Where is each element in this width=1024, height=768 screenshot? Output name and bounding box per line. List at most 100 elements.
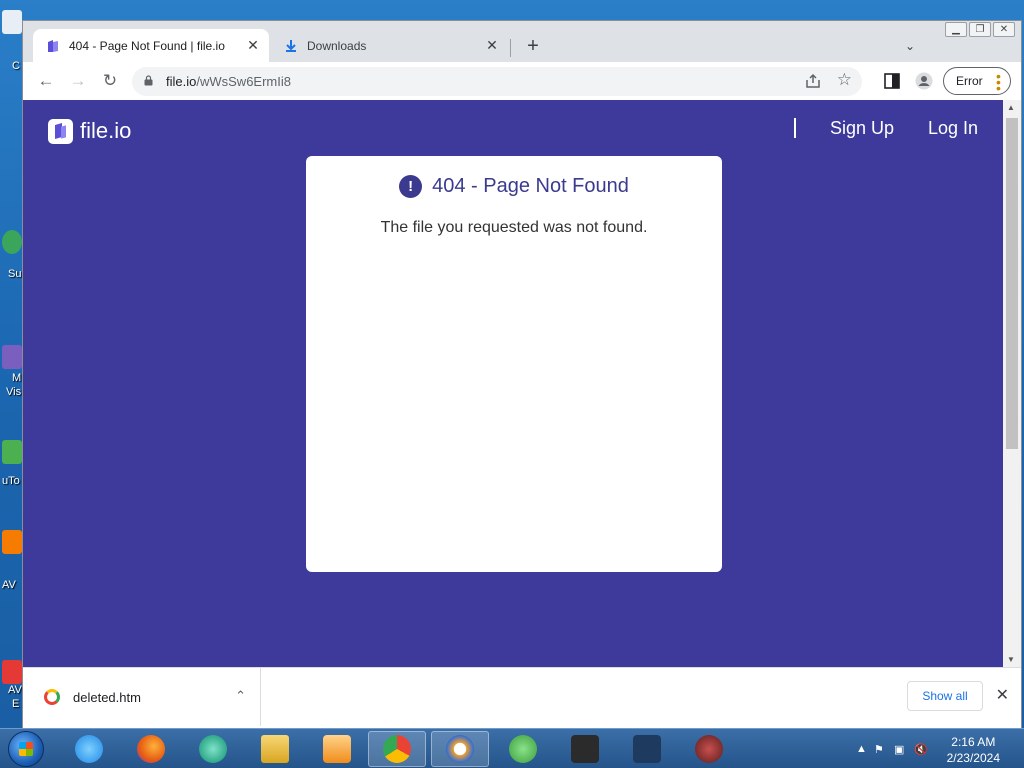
logo-text: file.io [80,118,132,143]
desktop-icon-label: AV [2,579,16,591]
alert-icon: ! [399,175,423,198]
desktop-icon[interactable]: uTo [0,440,22,487]
avg-icon [2,530,22,554]
tab-search-chevron-icon[interactable]: ⌄ [905,39,915,53]
app-icon [2,230,22,254]
desktop-icon-label: C [12,60,20,72]
chrome-icon [383,735,411,763]
app-icon [2,345,22,369]
scrollbar-thumb[interactable] [1006,118,1018,449]
folder-icon [261,735,289,763]
network-icon[interactable]: ▣ [894,743,904,756]
tab-title: Downloads [307,38,367,53]
tab-strip: 404 - Page Not Found | file.io ✕ Downloa… [23,27,1021,62]
desktop-icon-label: M [12,372,22,384]
tab-downloads[interactable]: Downloads ✕ [273,29,508,62]
side-panel-icon[interactable] [883,72,901,90]
globe-app-icon [199,735,227,763]
firefox-icon [137,735,165,763]
volume-muted-icon[interactable]: 🔇 [914,743,928,756]
download-bar: deleted.htm ⌃ Show all ✕ [23,667,1021,728]
internet-explorer-icon [75,735,103,763]
avast-icon [2,660,22,684]
error-heading: 404 - Page Not Found [432,175,629,197]
tab-title: 404 - Page Not Found | file.io [69,38,225,53]
taskbar-globe-app[interactable] [184,731,242,767]
profile-error-button[interactable]: Error • • • [943,67,1011,95]
show-hidden-icons-icon[interactable]: ▲ [856,743,867,755]
url-text[interactable]: file.io/wWsSw6ErmIi8 [166,74,291,89]
reload-button[interactable]: ↻ [99,70,121,92]
show-all-button[interactable]: Show all [907,681,983,711]
error-card: ! 404 - Page Not Found The file you requ… [306,156,722,572]
desktop-icon-label: AV [8,684,22,696]
tab-file-io[interactable]: 404 - Page Not Found | file.io ✕ [33,29,269,62]
forward-button[interactable]: → [67,70,89,92]
computer-icon [2,10,22,34]
desktop-icon[interactable]: AV E [0,660,22,710]
log-in-link[interactable]: Log In [928,118,978,139]
scroll-down-arrow-icon[interactable]: ▼ [1007,655,1015,664]
taskbar-world-of-warships[interactable] [618,731,676,767]
desktop-icon[interactable]: AV [0,530,22,591]
desktop-icon[interactable]: M Vis [0,345,22,398]
taskbar-chrome[interactable] [368,731,426,767]
taskbar-avast-browser[interactable] [431,731,489,767]
desktop-icon-label: E [12,698,20,710]
media-player-icon [323,735,351,763]
back-button[interactable]: ← [35,70,57,92]
url-host: file.io [166,74,197,89]
tab-close-icon[interactable]: ✕ [243,37,263,54]
taskbar-media-player[interactable] [308,731,366,767]
sign-up-link[interactable]: Sign Up [830,118,894,139]
browser-toolbar: ← → ↻ file.io/wWsSw6ErmIi8 ☆ Error • • • [23,62,1021,100]
taskbar-game-app[interactable] [680,731,738,767]
address-bar[interactable]: file.io/wWsSw6ErmIi8 ☆ [132,67,862,96]
scroll-up-arrow-icon[interactable]: ▲ [1007,103,1015,112]
taskbar: ▲ ⚑ ▣ 🔇 2:16 AM 2/23/2024 [0,728,1024,768]
download-filename: deleted.htm [73,690,141,705]
taskbar-internet-explorer[interactable] [60,731,118,767]
action-center-flag-icon[interactable]: ⚑ [874,743,884,756]
error-title: ! 404 - Page Not Found [306,175,722,198]
new-tab-button[interactable]: + [521,35,545,59]
page-content: file.io Sign Up Log In ! 404 - Page Not … [23,100,1003,667]
bookmark-star-icon[interactable]: ☆ [837,70,852,90]
kebab-menu-icon[interactable]: • • • [996,69,1001,95]
site-logo[interactable]: file.io [48,118,131,144]
desktop-icon[interactable]: C [0,10,22,72]
browser-window: ▁ ❐ ✕ 404 - Page Not Found | file.io ✕ D… [22,20,1022,728]
clock-date: 2/23/2024 [946,751,1000,765]
desktop-icon[interactable]: Su [0,230,22,280]
desktop-icon-label: uTo [2,475,20,487]
download-item[interactable]: deleted.htm ⌃ [23,668,261,726]
page-scrollbar[interactable]: ▲ ▼ [1003,100,1021,667]
avast-browser-icon [446,735,474,763]
game-app-icon [695,735,723,763]
nav-divider [794,118,796,138]
file-io-favicon-icon [48,39,58,52]
tab-close-icon[interactable]: ✕ [482,37,502,54]
anchor-icon [633,735,661,763]
world-of-tanks-icon [571,735,599,763]
taskbar-world-of-tanks[interactable] [556,731,614,767]
download-icon [286,39,296,52]
file-io-logo-icon [48,118,73,144]
share-icon[interactable] [804,72,822,90]
error-label: Error [956,74,983,88]
system-tray: ▲ ⚑ ▣ 🔇 2:16 AM 2/23/2024 [834,729,1024,768]
system-clock[interactable]: 2:16 AM 2/23/2024 [947,734,1000,766]
clock-time: 2:16 AM [951,735,996,749]
start-button[interactable] [8,731,44,767]
url-path: /wWsSw6ErmIi8 [196,74,291,89]
desktop-icon-label: Vis [6,386,22,398]
taskbar-file-explorer[interactable] [246,731,304,767]
taskbar-utorrent[interactable] [494,731,552,767]
desktop-icon-label: Su [8,268,22,280]
taskbar-firefox[interactable] [122,731,180,767]
chevron-up-icon[interactable]: ⌃ [235,688,246,704]
lock-icon[interactable] [144,75,153,86]
profile-avatar-icon[interactable] [915,72,933,90]
chrome-file-icon [44,689,60,705]
close-download-bar-icon[interactable]: ✕ [996,685,1009,705]
